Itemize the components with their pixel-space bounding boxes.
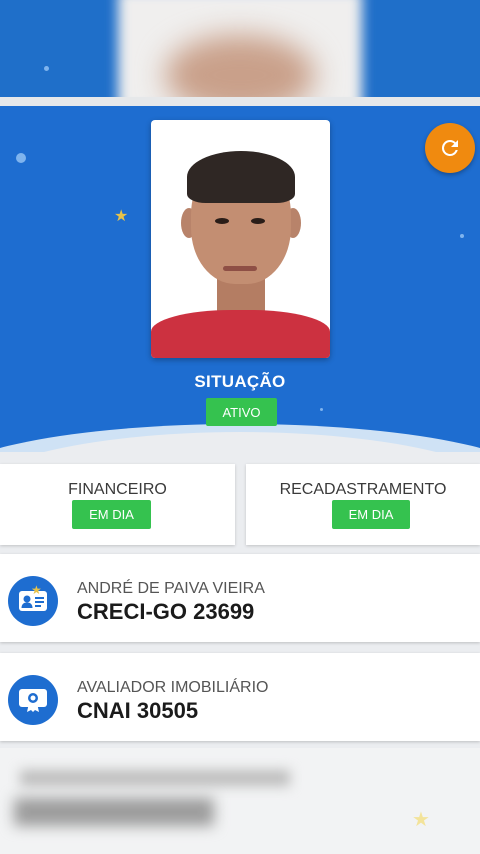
situacao-label: SITUAÇÃO bbox=[194, 372, 286, 391]
refresh-icon bbox=[441, 139, 458, 156]
cnai-card[interactable]: AVALIADOR IMOBILIÁRIO CNAI 30505 bbox=[0, 653, 480, 741]
decor-dot bbox=[460, 234, 464, 238]
divider bbox=[0, 97, 480, 106]
recadastramento-card: RECADASTRAMENTO EM DIA bbox=[246, 464, 480, 545]
cnai-number: CNAI 30505 bbox=[77, 698, 199, 723]
status-badge: EM DIA bbox=[72, 500, 151, 529]
decor-dot bbox=[16, 153, 26, 163]
financeiro-card: FINANCEIRO EM DIA bbox=[0, 464, 235, 545]
member-name: ANDRÉ DE PAIVA VIEIRA bbox=[77, 580, 265, 597]
refresh-button[interactable] bbox=[425, 123, 475, 173]
creci-card[interactable]: ★ ANDRÉ DE PAIVA VIEIRA CRECI-GO 23699 bbox=[0, 554, 480, 642]
star-icon: ★ bbox=[31, 583, 42, 597]
certificate-icon bbox=[8, 675, 58, 725]
star-icon: ★ bbox=[114, 208, 129, 225]
decor-dot bbox=[44, 66, 49, 71]
card-title: FINANCEIRO bbox=[68, 481, 167, 498]
profile-photo bbox=[151, 120, 330, 358]
star-icon: ★ bbox=[412, 809, 430, 831]
card-title: RECADASTRAMENTO bbox=[279, 481, 447, 498]
status-badge: ATIVO bbox=[206, 398, 277, 426]
blurred-footer bbox=[0, 748, 480, 854]
status-badge: EM DIA bbox=[332, 500, 410, 529]
decor-dot bbox=[320, 408, 323, 411]
role-title: AVALIADOR IMOBILIÁRIO bbox=[77, 679, 269, 696]
creci-number: CRECI-GO 23699 bbox=[77, 599, 255, 624]
top-blurred-header bbox=[0, 0, 480, 97]
